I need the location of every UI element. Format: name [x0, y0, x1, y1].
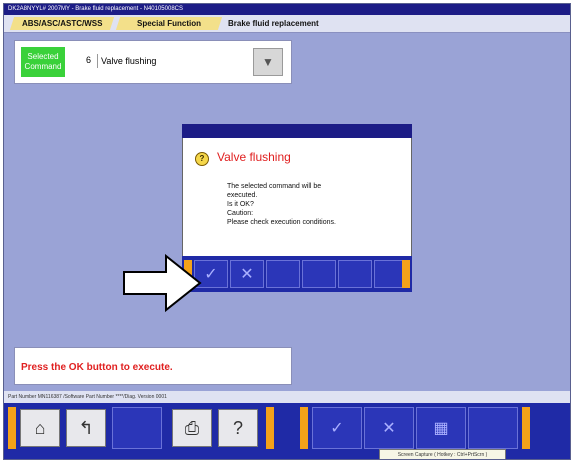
command-number: 6 — [85, 55, 91, 65]
dialog-edge-right — [402, 260, 410, 288]
dialog-empty-button-4 — [302, 260, 336, 288]
question-icon: ? — [195, 152, 209, 166]
check-icon: ✓ — [204, 266, 218, 283]
check-icon: ✓ — [330, 420, 344, 437]
command-panel: Selected Command 6 Valve flushing ▼ — [14, 40, 292, 84]
toolbar-empty-slot-2 — [468, 407, 518, 449]
home-icon: ⌂ — [34, 417, 46, 438]
help-button[interactable]: ? — [218, 409, 258, 447]
confirm-dialog: ? Valve flushing The selected command wi… — [182, 124, 412, 292]
command-dropdown-button[interactable]: ▼ — [253, 48, 283, 76]
toolbar-divider-left — [266, 407, 274, 449]
tab-brake-fluid-replacement: Brake fluid replacement — [228, 19, 319, 28]
app-window: DK2A8NYYL# 2007MY - Brake fluid replacem… — [3, 3, 571, 460]
help-icon: ? — [232, 417, 243, 438]
back-button[interactable]: ↰ — [66, 409, 106, 447]
toolbar-divider-right — [300, 407, 308, 449]
print-button[interactable]: ⎙ — [172, 409, 212, 447]
toolbar-cancel-button[interactable]: ✕ — [364, 407, 414, 449]
dialog-cancel-button[interactable]: ✕ — [230, 260, 264, 288]
toolbar-edge-left — [8, 407, 16, 449]
dialog-title: Valve flushing — [217, 150, 291, 164]
dialog-body: ? Valve flushing The selected command wi… — [182, 138, 412, 256]
window-title: DK2A8NYYL# 2007MY - Brake fluid replacem… — [4, 4, 570, 15]
dialog-button-bar: ✓ ✕ — [182, 256, 412, 292]
triangle-down-icon: ▼ — [262, 55, 274, 69]
dialog-empty-button-3 — [266, 260, 300, 288]
x-icon: ✕ — [382, 420, 396, 437]
instruction-text: Press the OK button to execute. — [21, 362, 173, 373]
x-icon: ✕ — [240, 266, 254, 283]
tab-bar: ABS/ASC/ASTC/WSS Special Function Brake … — [4, 15, 570, 33]
tab-abs-asc-astc-wss[interactable]: ABS/ASC/ASTC/WSS — [9, 17, 115, 30]
instruction-box: Press the OK button to execute. — [14, 347, 292, 385]
back-icon: ↰ — [78, 417, 94, 438]
pointer-arrow-icon — [123, 253, 202, 313]
home-button[interactable]: ⌂ — [20, 409, 60, 447]
toolbar-ok-button[interactable]: ✓ — [312, 407, 362, 449]
toolbar-edge-right — [522, 407, 530, 449]
dialog-message: The selected command will be executed. I… — [227, 183, 336, 226]
screen-capture-button[interactable]: ▦ — [416, 407, 466, 449]
screen-capture-tooltip: Screen Capture ( Hotkey : Ctrl+PrtScrn ) — [379, 449, 506, 459]
screen-capture-icon: ▦ — [433, 420, 449, 437]
tab-special-function[interactable]: Special Function — [115, 17, 223, 30]
part-number-status: Part Number MN116387 /Software Part Numb… — [4, 391, 570, 403]
dialog-header — [182, 124, 412, 138]
dialog-empty-button-5 — [338, 260, 372, 288]
print-icon: ⎙ — [184, 417, 200, 438]
selected-command-label: Selected Command — [21, 47, 65, 77]
toolbar-empty-slot — [112, 407, 162, 449]
command-name: Valve flushing — [97, 54, 241, 68]
